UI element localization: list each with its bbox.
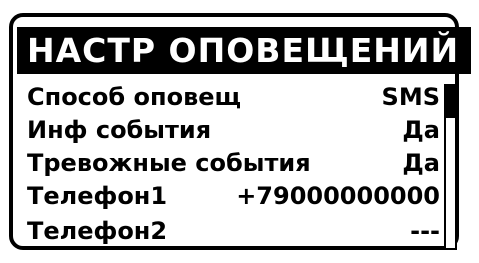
menu-item-notification-method[interactable]: Способ оповещ SMS [27,80,440,115]
menu-item-phone1[interactable]: Телефон1 +79000000000 [27,179,440,214]
menu-item-label: Инф события [27,116,212,144]
menu-item-label: Тревожные события [27,149,311,177]
menu-item-phone2[interactable]: Телефон2 --- [27,214,440,249]
menu-item-value: --- [410,217,440,245]
menu-item-value: Да [402,149,440,177]
scrollbar[interactable] [444,84,457,250]
menu-item-label: Телефон2 [27,217,168,245]
menu-item-info-events[interactable]: Инф события Да [27,113,440,148]
menu-item-value: SMS [381,83,440,111]
menu-item-value: +79000000000 [236,182,440,210]
menu-item-alarm-events[interactable]: Тревожные события Да [27,146,440,181]
scrollbar-thumb[interactable] [446,86,455,118]
menu-item-label: Способ оповещ [27,83,242,111]
menu-item-value: Да [402,116,440,144]
menu-item-label: Телефон1 [27,182,168,210]
menu-header: НАСТР ОПОВЕЩЕНИЙ [17,27,471,74]
menu-title: НАСТР ОПОВЕЩЕНИЙ [27,31,460,70]
